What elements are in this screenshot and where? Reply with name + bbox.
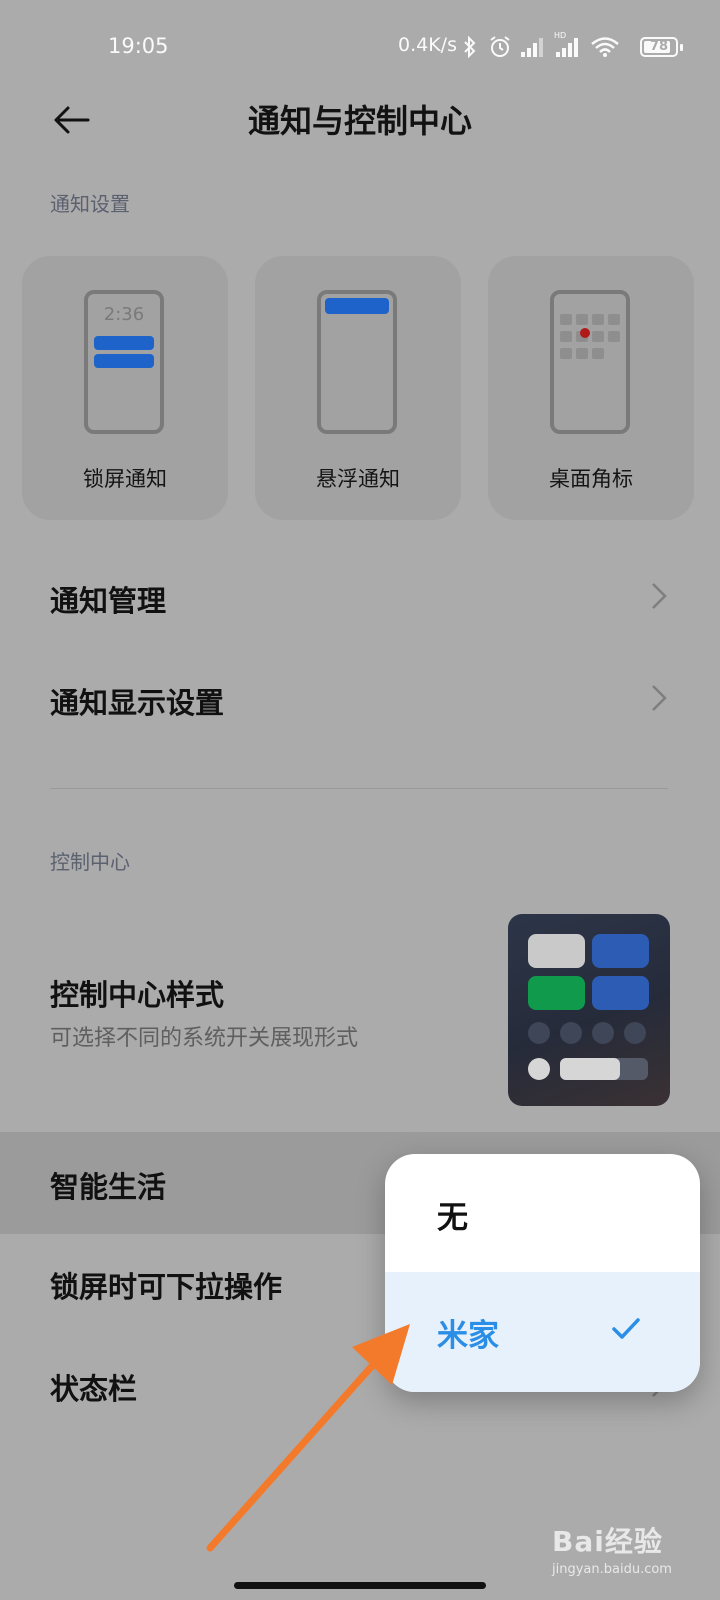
badge-preview-icon bbox=[550, 290, 630, 434]
row-subtitle: 可选择不同的系统开关展现形式 bbox=[50, 1026, 359, 1051]
option-label: 米家 bbox=[437, 1318, 499, 1354]
card-desktop-badge[interactable]: 桌面角标 bbox=[488, 256, 694, 520]
option-mijia[interactable]: 米家 bbox=[385, 1272, 700, 1392]
network-speed: 0.4K/s bbox=[398, 34, 457, 56]
card-label: 悬浮通知 bbox=[316, 467, 400, 491]
card-label: 锁屏通知 bbox=[83, 467, 167, 491]
watermark-brand: Bai经验 bbox=[552, 1525, 663, 1558]
row-notification-display[interactable]: 通知显示设置 bbox=[50, 680, 668, 722]
watermark-url: jingyan.baidu.com bbox=[552, 1562, 672, 1577]
row-label: 通知显示设置 bbox=[50, 686, 225, 720]
alarm-icon bbox=[490, 36, 510, 57]
status-time: 19:05 bbox=[108, 34, 169, 58]
chevron-right-icon bbox=[652, 583, 667, 609]
card-label: 桌面角标 bbox=[549, 467, 633, 491]
status-bar: 19:05 0.4K/s HD 78 bbox=[0, 0, 720, 96]
control-center-preview[interactable] bbox=[508, 914, 670, 1106]
smart-life-popup-menu: 无 米家 bbox=[385, 1154, 700, 1392]
row-label: 控制中心样式 bbox=[50, 978, 225, 1012]
card-floating-notification[interactable]: 悬浮通知 bbox=[255, 256, 461, 520]
row-label: 通知管理 bbox=[50, 584, 167, 618]
floating-preview-icon bbox=[317, 290, 397, 434]
home-indicator[interactable] bbox=[234, 1582, 486, 1589]
section-label-control-center: 控制中心 bbox=[50, 850, 130, 874]
baidu-watermark: Bai经验 jingyan.baidu.com bbox=[552, 1520, 672, 1577]
card-lockscreen-notification[interactable]: 2:36 锁屏通知 bbox=[22, 256, 228, 520]
row-control-center-style[interactable]: 控制中心样式 可选择不同的系统开关展现形式 bbox=[50, 972, 490, 1052]
option-none[interactable]: 无 bbox=[385, 1154, 700, 1270]
wifi-icon bbox=[591, 37, 619, 57]
preview-time: 2:36 bbox=[103, 304, 145, 325]
chevron-right-icon bbox=[652, 685, 667, 711]
row-notification-management[interactable]: 通知管理 bbox=[50, 578, 668, 620]
signal-icon bbox=[521, 38, 543, 57]
checkmark-icon bbox=[612, 1318, 640, 1339]
page-title: 通知与控制中心 bbox=[247, 102, 472, 140]
hd-signal-icon: HD bbox=[554, 31, 578, 57]
notification-style-cards: 2:36 锁屏通知 悬浮通知 桌面角标 bbox=[22, 256, 698, 520]
battery-icon: 78 bbox=[640, 37, 678, 57]
option-label: 无 bbox=[437, 1200, 468, 1236]
section-divider bbox=[50, 788, 668, 789]
bluetooth-icon bbox=[464, 36, 476, 58]
lockscreen-preview-icon: 2:36 bbox=[84, 290, 164, 434]
section-label-notification: 通知设置 bbox=[50, 192, 130, 216]
svg-text:HD: HD bbox=[554, 31, 566, 40]
battery-level: 78 bbox=[649, 39, 669, 54]
